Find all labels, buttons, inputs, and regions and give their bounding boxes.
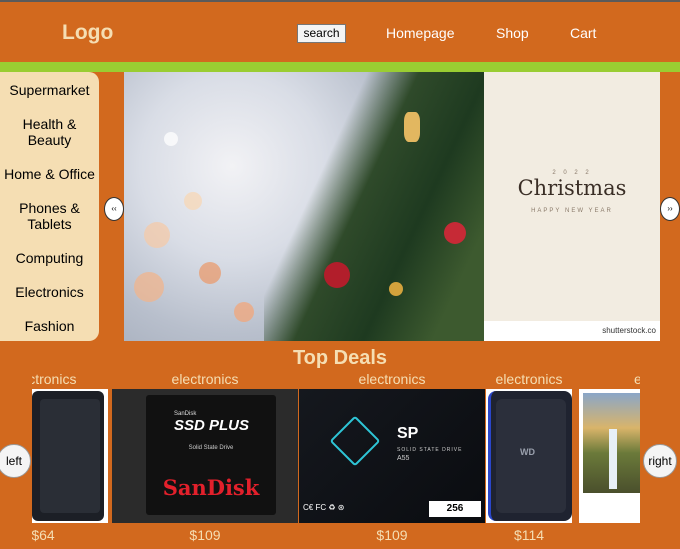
- deals-carousel: electronics $64 electronics SanDisk SSD …: [32, 370, 640, 549]
- accent-bar: [0, 62, 680, 72]
- product-card[interactable]: electronics SanDisk SSD PLUS Solid State…: [112, 370, 298, 549]
- logo[interactable]: Logo: [62, 21, 113, 45]
- category-sidebar: Supermarket Health & Beauty Home & Offic…: [0, 72, 99, 341]
- christmas-tree-image: [264, 72, 484, 341]
- product-category: electronics: [32, 371, 77, 387]
- sidebar-item-supermarket[interactable]: Supermarket: [0, 82, 99, 98]
- banner-newyear-text: HAPPY NEW YEAR: [531, 208, 613, 214]
- product-price: $114: [513, 527, 545, 543]
- product-price: $109: [189, 527, 221, 543]
- site-header: Logo search Homepage Shop Cart: [0, 2, 680, 62]
- banner-prev-button[interactable]: ‹‹: [104, 197, 124, 221]
- nav-cart[interactable]: Cart: [570, 25, 596, 41]
- sidebar-item-electronics[interactable]: Electronics: [0, 284, 99, 300]
- sidebar-item-phones-tablets[interactable]: Phones & Tablets: [0, 200, 99, 232]
- product-image: SP SOLID STATE DRIVE A55 256 C€ FC ♻ ⊛: [299, 389, 485, 523]
- banner-watermark: shutterstock.co: [484, 321, 660, 341]
- search-button[interactable]: search: [297, 24, 346, 43]
- sidebar-item-home-office[interactable]: Home & Office: [0, 166, 99, 182]
- banner-christmas-text: Christmas: [517, 176, 627, 200]
- banner-slide-christmas-card: 2 0 2 2 Christmas HAPPY NEW YEAR shutter…: [484, 72, 660, 341]
- product-price: $109: [376, 527, 408, 543]
- sidebar-item-fashion[interactable]: Fashion: [0, 318, 99, 334]
- product-category: electronics: [358, 371, 426, 387]
- product-image: SanDisk SSD PLUS Solid State Drive SanDi…: [112, 389, 298, 523]
- product-image: [32, 389, 108, 523]
- product-price: $64: [32, 527, 55, 543]
- banner-next-button[interactable]: ››: [660, 197, 680, 221]
- sidebar-item-computing[interactable]: Computing: [0, 250, 99, 266]
- product-category: electronics: [495, 371, 563, 387]
- capacity-label: 256: [429, 501, 481, 517]
- banner-carousel: 2 0 2 2 Christmas HAPPY NEW YEAR shutter…: [124, 72, 660, 341]
- product-brand: SanDisk: [162, 475, 260, 500]
- product-model: SSD PLUS: [174, 417, 250, 434]
- product-card[interactable]: e: [579, 370, 640, 549]
- product-image: WD: [486, 389, 572, 523]
- product-card[interactable]: electronics SP SOLID STATE DRIVE A55 256…: [299, 370, 485, 549]
- deals-left-button[interactable]: left: [0, 444, 31, 478]
- product-category: electronics: [171, 371, 239, 387]
- product-brand: WD: [520, 447, 535, 457]
- product-brand: SP: [397, 425, 419, 442]
- banner-slide-christmas-tree: [124, 72, 484, 341]
- product-image: [579, 389, 640, 523]
- deals-right-button[interactable]: right: [643, 444, 677, 478]
- sidebar-item-health-beauty[interactable]: Health & Beauty: [0, 116, 99, 148]
- product-card[interactable]: electronics $64: [32, 370, 108, 549]
- product-card[interactable]: electronics WD $114: [486, 370, 572, 549]
- product-category: e: [634, 371, 640, 387]
- nav-homepage[interactable]: Homepage: [386, 25, 455, 41]
- top-deals-heading: Top Deals: [292, 347, 388, 369]
- nav-shop[interactable]: Shop: [496, 25, 529, 41]
